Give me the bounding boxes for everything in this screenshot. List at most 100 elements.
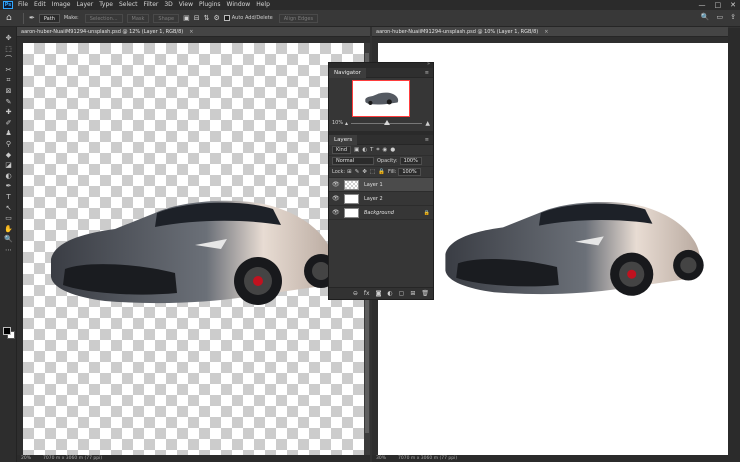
lock-position-icon[interactable]: ✥ [362,169,367,175]
layer-name[interactable]: Background [364,210,424,216]
lock-pixels-icon[interactable]: ✎ [355,169,360,175]
lasso-tool-icon[interactable]: ⌒ [0,54,17,65]
marquee-tool-icon[interactable]: ⬚ [0,44,17,55]
navigator-zoom-value[interactable]: 10% [332,120,345,126]
zoom-in-icon[interactable]: ▲ [425,120,430,127]
hand-tool-icon[interactable]: ✋ [0,224,17,235]
menu-plugins[interactable]: Plugins [199,0,221,10]
adjustment-layer-icon[interactable]: ◐ [387,290,392,297]
menu-help[interactable]: Help [256,0,270,10]
panel-menu-icon[interactable]: ≡ [425,70,429,76]
navigator-tab[interactable]: Navigator [329,67,366,78]
layer-style-icon[interactable]: fx [364,290,370,297]
more-tools-icon[interactable]: ⋯ [0,245,17,256]
new-group-icon[interactable]: ▢ [399,290,405,297]
canvas-area-1[interactable] [23,43,364,455]
make-selection-button[interactable]: Selection... [84,13,123,23]
menu-layer[interactable]: Layer [76,0,93,10]
pen-mode-select[interactable]: Path [38,13,60,23]
document-tab-1[interactable]: aaron-huber-NuaiiM91294-unsplash.psd @ 1… [17,27,370,37]
lock-transparent-icon[interactable]: ⊞ [347,169,352,175]
dodge-tool-icon[interactable]: ◐ [0,171,17,182]
history-brush-icon[interactable]: ⚲ [0,139,17,150]
gradient-tool-icon[interactable]: ◪ [0,160,17,171]
visibility-eye-icon[interactable]: 👁 [332,195,341,202]
make-mask-button[interactable]: Mask [126,13,150,23]
menu-3d[interactable]: 3D [164,0,172,10]
lock-artboard-icon[interactable]: ⬚ [370,169,375,175]
layer-row-layer-1[interactable]: 👁 Layer 1 [329,178,433,192]
stamp-tool-icon[interactable]: ♟ [0,128,17,139]
menu-type[interactable]: Type [99,0,113,10]
close-window-icon[interactable]: ✕ [730,0,736,10]
crop-tool-icon[interactable]: ✂ [0,65,17,76]
visibility-eye-icon[interactable]: 👁 [332,209,341,216]
search-icon[interactable]: 🔍 [701,13,710,21]
trash-icon[interactable]: 🗑 [421,290,429,297]
menu-file[interactable]: File [18,0,28,10]
share-icon[interactable]: ⇪ [730,13,736,21]
menu-window[interactable]: Window [227,0,251,10]
foreground-color-swatch[interactable] [3,327,11,335]
layer-row-layer-2[interactable]: 👁 Layer 2 [329,192,433,206]
close-tab-icon[interactable]: × [544,29,548,35]
path-arrangement-icon[interactable]: ⇅ [204,14,210,22]
close-tab-icon[interactable]: × [189,29,193,35]
menu-filter[interactable]: Filter [144,0,159,10]
new-layer-icon[interactable]: ⊞ [410,290,415,297]
layer-name[interactable]: Layer 1 [364,182,430,188]
shape-filter-icon[interactable]: ⌗ [376,147,379,154]
layer-name[interactable]: Layer 2 [364,196,430,202]
move-tool-icon[interactable]: ✥ [0,33,17,44]
navigator-zoom-slider[interactable] [351,119,423,125]
menu-view[interactable]: View [179,0,193,10]
frame-tool-icon[interactable]: ⊠ [0,86,17,97]
eyedropper-tool-icon[interactable]: ✎ [0,97,17,108]
make-shape-button[interactable]: Shape [153,13,180,23]
lock-all-icon[interactable]: 🔒 [378,169,385,175]
eraser-tool-icon[interactable]: ◆ [0,150,17,161]
path-alignment-icon[interactable]: ⊟ [194,14,200,22]
type-tool-icon[interactable]: T [0,192,17,203]
collapse-icon[interactable]: » [427,61,430,67]
navigator-preview[interactable] [352,80,410,117]
link-layers-icon[interactable]: ⊖ [353,290,358,297]
layer-row-background[interactable]: 👁 Background 🔒 [329,206,433,220]
path-selection-icon[interactable]: ↖ [0,203,17,214]
workspace-icon[interactable]: ▭ [717,13,724,21]
brush-tool-icon[interactable]: ✐ [0,118,17,129]
menu-image[interactable]: Image [52,0,71,10]
maximize-icon[interactable]: □ [715,0,722,10]
zoom-readout[interactable]: 30% [376,456,386,461]
pixel-filter-icon[interactable]: ▣ [354,147,359,153]
zoom-tool-icon[interactable]: 🔍 [0,234,17,245]
layers-tab[interactable]: Layers [329,134,358,145]
menu-edit[interactable]: Edit [34,0,46,10]
path-operations-icon[interactable]: ▣ [183,14,190,22]
add-mask-icon[interactable]: ◙ [376,290,382,297]
color-swatches[interactable] [3,327,15,339]
pen-tool-icon[interactable]: ✒ [29,14,35,22]
filter-toggle-icon[interactable]: ● [390,147,395,153]
zoom-readout[interactable]: 20% [21,456,31,461]
visibility-eye-icon[interactable]: 👁 [332,181,341,188]
minimize-icon[interactable]: — [699,0,706,10]
zoom-slider-knob[interactable] [383,119,390,125]
menu-select[interactable]: Select [119,0,138,10]
panel-menu-icon[interactable]: ≡ [425,137,429,143]
align-edges-button[interactable]: Align Edges [278,13,319,23]
fill-input[interactable]: 100% [398,168,421,176]
pen-tool-icon[interactable]: ✒ [0,181,17,192]
healing-tool-icon[interactable]: ✚ [0,107,17,118]
home-icon[interactable]: ⌂ [6,13,18,23]
rectangle-tool-icon[interactable]: ▭ [0,213,17,224]
zoom-out-icon[interactable]: ▴ [345,120,348,127]
blend-mode-select[interactable]: Normal [332,157,374,165]
document-tab-2[interactable]: aaron-huber-NuaiiM91294-unsplash.psd @ 1… [372,27,728,37]
layer-filter-select[interactable]: Kind [332,146,352,154]
type-filter-icon[interactable]: T [370,147,373,153]
adjustment-filter-icon[interactable]: ◐ [362,147,367,153]
opacity-input[interactable]: 100% [399,157,422,165]
auto-add-delete-checkbox[interactable] [223,15,230,21]
smart-object-filter-icon[interactable]: ◉ [383,147,388,153]
